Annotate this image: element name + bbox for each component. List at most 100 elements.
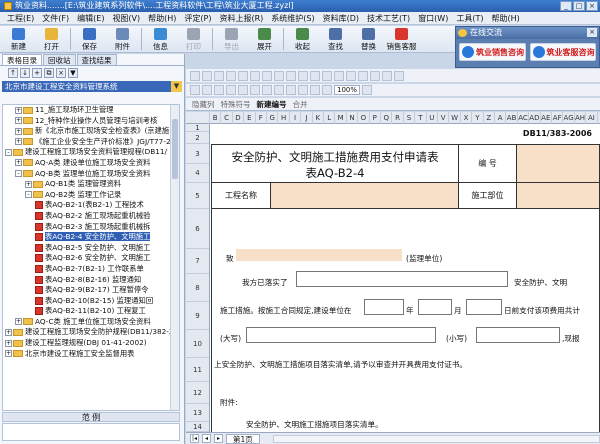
toolbar-button-4[interactable]: 信息	[144, 26, 177, 52]
fill-color-icon[interactable]	[274, 85, 284, 95]
column-header-cell[interactable]: AB	[506, 112, 518, 124]
tree-folder-item[interactable]: +11_施工现场环卫生管理	[3, 105, 179, 116]
column-header-cell[interactable]: V	[438, 112, 450, 124]
row-header-cell[interactable]: 11	[186, 358, 209, 382]
number-field[interactable]	[517, 144, 600, 183]
expand-icon[interactable]: +	[15, 106, 22, 114]
menu-item-0[interactable]: 工程(E)	[3, 13, 38, 24]
underline-icon[interactable]	[214, 85, 224, 95]
horizontal-scrollbar[interactable]	[272, 434, 600, 443]
menu-item-7[interactable]: 系统维护(S)	[267, 13, 318, 24]
clear-icon[interactable]	[394, 70, 404, 81]
amount-upper-field[interactable]	[246, 327, 436, 343]
picture-icon[interactable]	[334, 70, 344, 81]
tree-file-item[interactable]: 表AQ-B2-8(B2-16) 监理通知	[3, 275, 179, 286]
column-header-cell[interactable]: O	[358, 112, 370, 124]
column-header-cell[interactable]: AD	[529, 112, 541, 124]
paste-icon[interactable]	[214, 70, 224, 81]
move-up-icon[interactable]: ↑	[8, 68, 18, 78]
menu-item-4[interactable]: 帮助(H)	[144, 13, 180, 24]
expand-icon[interactable]: +	[5, 328, 12, 336]
tree-folder-item[interactable]: + AQ-A类 建设单位施工现场安全资料	[3, 158, 179, 169]
italic-icon[interactable]	[202, 85, 212, 95]
tree-folder-item[interactable]: - 建设工程施工现场安全资料管理规程(DB11/	[3, 147, 179, 158]
column-header-cell[interactable]: R	[392, 112, 404, 124]
column-header-cell[interactable]: AC	[518, 112, 530, 124]
close-button[interactable]: ×	[586, 1, 598, 11]
column-header-cell[interactable]: U	[427, 112, 438, 124]
expand-icon[interactable]: +	[25, 180, 32, 188]
menu-item-3[interactable]: 视图(V)	[108, 13, 144, 24]
row-header-cell[interactable]: 13	[186, 404, 209, 422]
zoom-select[interactable]: 100%	[334, 85, 361, 95]
tab-sheet-1[interactable]: 第1页	[226, 433, 260, 444]
chart-icon[interactable]	[346, 70, 356, 81]
copy-icon[interactable]: ⧉	[44, 68, 54, 78]
tree-file-item[interactable]: 表AQ-B2-1(表B2-1) 工程技术	[3, 200, 179, 211]
menu-item-1[interactable]: 文件(F)	[38, 13, 73, 24]
menu-item-5[interactable]: 评定(P)	[180, 13, 215, 24]
toolbar-button-11[interactable]: 销售客服	[385, 26, 418, 52]
menu-item-10[interactable]: 窗口(W)	[414, 13, 452, 24]
column-header-cell[interactable]: D	[233, 112, 245, 124]
font-color-icon[interactable]	[286, 85, 296, 95]
prev-sheet-icon[interactable]: ◂	[202, 434, 211, 443]
column-header-cell[interactable]: L	[324, 112, 336, 124]
column-header-cell[interactable]: B	[210, 112, 222, 124]
tree-file-item[interactable]: 表AQ-B2-9(B2-17) 工程暂停令	[3, 285, 179, 296]
collapse-icon[interactable]: -	[15, 170, 22, 178]
row-header-cell[interactable]: 8	[186, 274, 209, 302]
column-header-cell[interactable]: E	[244, 112, 256, 124]
tree-folder-item[interactable]: + 新《北京市施工现场安全检查表》(京建施	[3, 126, 179, 137]
menu-item-9[interactable]: 技术工艺(T)	[363, 13, 414, 24]
minimize-button[interactable]: _	[560, 1, 572, 11]
tree-folder-item[interactable]: + 北京市建设工程施工安全监督用表	[3, 349, 179, 360]
tree-folder-item[interactable]: + 建设工程施工现场安全防护规程(DB11/382-2006)	[3, 327, 179, 338]
tree-folder-item[interactable]: - AQ-B类 监理单位施工现场安全资料	[3, 169, 179, 180]
chevron-down-icon[interactable]: ▼	[171, 81, 182, 92]
tree-folder-item[interactable]: + AQ-B1类 监理管理资料	[3, 179, 179, 190]
tree-file-item[interactable]: 表AQ-B2-2 施工现场起重机械验	[3, 211, 179, 222]
format-painter-icon[interactable]	[298, 70, 308, 81]
column-header-cell[interactable]: AF	[552, 112, 564, 124]
undo-icon[interactable]	[226, 70, 236, 81]
year-field[interactable]	[364, 299, 404, 315]
border-icon[interactable]	[262, 85, 272, 95]
copy-icon[interactable]	[202, 70, 212, 81]
toolbar-button-0[interactable]: 新建	[2, 26, 35, 52]
tree-scrollbar[interactable]	[170, 105, 179, 410]
cut-icon[interactable]	[190, 70, 200, 81]
row-header-cell[interactable]: 10	[186, 330, 209, 358]
hide-column-button[interactable]: 隐藏列	[192, 99, 215, 110]
support-consult-button[interactable]: 筑业客服咨询	[529, 43, 596, 61]
align-center-icon[interactable]	[238, 85, 248, 95]
expand-icon[interactable]: +	[15, 318, 22, 326]
expand-icon[interactable]: +	[5, 339, 12, 347]
expand-icon[interactable]: +	[15, 127, 22, 135]
tree-folder-item[interactable]: +12_特种作业操作人员管理与培训考核	[3, 116, 179, 127]
tree-file-item[interactable]: 表AQ-B2-5 安全防护、文明施工	[3, 243, 179, 254]
insert-col-icon[interactable]	[274, 70, 284, 81]
standard-select[interactable]: 北京市建设工程安全资料管理系统 ▼	[2, 81, 182, 92]
bold-icon[interactable]	[190, 85, 200, 95]
column-header-cell[interactable]: X	[461, 112, 473, 124]
row-header-cell[interactable]: 12	[186, 382, 209, 404]
chat-close-button[interactable]: ×	[587, 28, 597, 37]
align-right-icon[interactable]	[250, 85, 260, 95]
row-header-cell[interactable]: 14	[186, 422, 209, 432]
merge-icon[interactable]	[310, 85, 320, 95]
tree-folder-item[interactable]: - AQ-B2类 监理工作记录	[3, 190, 179, 201]
delete-col-icon[interactable]	[286, 70, 296, 81]
tree-folder-item[interactable]: + 建设工程监理规程(DBJ 01-41-2002)	[3, 338, 179, 349]
row-header-cell[interactable]: 6	[186, 209, 209, 249]
calc-icon[interactable]	[382, 70, 392, 81]
sheet-corner[interactable]	[186, 112, 210, 124]
link-icon[interactable]	[358, 70, 368, 81]
toolbar-button-3[interactable]: 附件	[106, 26, 139, 52]
sales-consult-button[interactable]: 筑业销售咨询	[459, 43, 526, 61]
menu-item-11[interactable]: 工具(T)	[452, 13, 487, 24]
tree-file-item[interactable]: 表AQ-B2-11(B2-10) 工程复工	[3, 306, 179, 317]
column-header-cell[interactable]: C	[221, 112, 233, 124]
column-header-cell[interactable]: AI	[586, 112, 598, 124]
row-header-cell[interactable]: 1	[186, 124, 209, 132]
